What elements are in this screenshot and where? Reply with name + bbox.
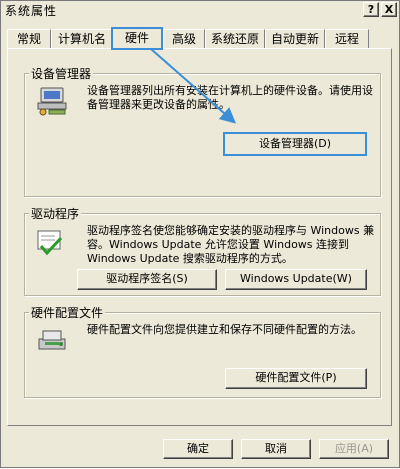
tab-general[interactable]: 常规 [7,29,51,48]
hardware-profiles-button[interactable]: 硬件配置文件(P) [225,368,367,389]
driver-signing-icon [37,230,63,256]
title-bar[interactable]: 系统属性 ? X [1,1,399,19]
device-manager-group: 设备管理器 设备管理器列出所有安装在计算机上的硬件设备。请使用设备管理器来更改设… [24,65,381,197]
tab-hardware[interactable]: 硬件 [111,27,163,50]
drivers-description: 驱动程序签名使您能够确定安装的驱动程序与 Windows 兼容。Windows … [87,224,375,265]
ok-button[interactable]: 确定 [163,439,233,459]
drivers-group: 驱动程序 驱动程序签名使您能够确定安装的驱动程序与 Windows 兼容。Win… [24,205,381,296]
cancel-button[interactable]: 取消 [241,439,311,459]
windows-update-button[interactable]: Windows Update(W) [225,269,367,290]
hardware-profiles-icon [38,330,66,350]
device-manager-icon [37,87,67,116]
hardware-profiles-description: 硬件配置文件向您提供建立和保存不同硬件配置的方法。 [87,323,362,336]
drivers-group-title: 驱动程序 [29,205,82,222]
device-manager-button[interactable]: 设备管理器(D) [223,132,367,156]
hardware-profiles-group: 硬件配置文件 硬件配置文件向您提供建立和保存不同硬件配置的方法。 硬件配置文件(… [24,304,381,398]
hardware-tab-panel: 设备管理器 设备管理器列出所有安装在计算机上的硬件设备。请使用设备管理器来更改设… [7,48,392,426]
device-manager-group-title: 设备管理器 [29,65,94,82]
tab-system-restore[interactable]: 系统还原 [205,29,265,48]
system-properties-window: 系统属性 ? X 常规 计算机名 硬件 高级 系统还原 自动更新 远程 设备管理… [0,0,400,468]
window-title: 系统属性 [5,4,58,18]
device-manager-description: 设备管理器列出所有安装在计算机上的硬件设备。请使用设备管理器来更改设备的属性。 [87,84,373,111]
tab-advanced[interactable]: 高级 [163,29,205,48]
driver-signing-button[interactable]: 驱动程序签名(S) [77,269,217,290]
tab-strip: 常规 计算机名 硬件 高级 系统还原 自动更新 远程 [7,27,397,50]
help-button[interactable]: ? [363,2,379,17]
tab-computer-name[interactable]: 计算机名 [51,29,113,48]
apply-button[interactable]: 应用(A) [319,439,389,459]
tab-remote[interactable]: 远程 [325,29,369,48]
tab-automatic-updates[interactable]: 自动更新 [265,29,325,48]
hardware-profiles-group-title: 硬件配置文件 [29,304,106,321]
close-button[interactable]: X [381,2,397,17]
